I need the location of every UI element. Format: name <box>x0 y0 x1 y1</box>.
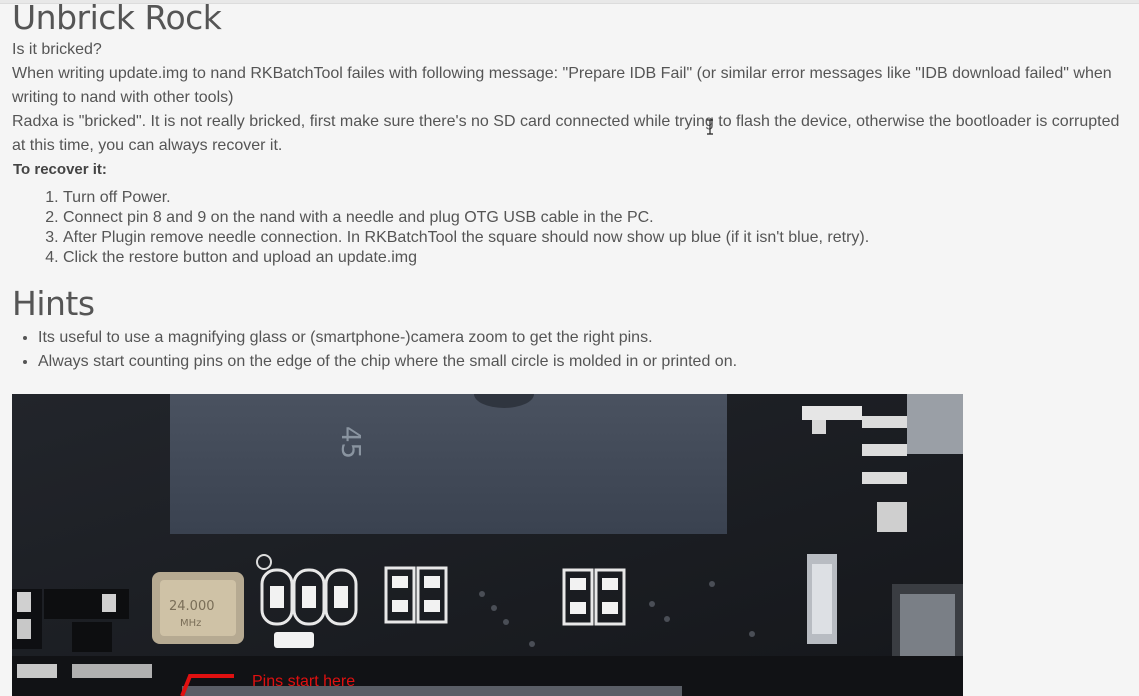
recovery-step: Turn off Power. <box>63 188 1127 208</box>
chip-marking: 45 <box>335 426 365 459</box>
hint-item: Always start counting pins on the edge o… <box>38 350 1127 374</box>
recovery-steps-list: Turn off Power. Connect pin 8 and 9 on t… <box>12 188 1127 268</box>
recover-heading: To recover it: <box>13 161 107 178</box>
recovery-step: Click the restore button and upload an u… <box>63 248 1127 268</box>
annotation-label: Pins start here <box>252 673 355 690</box>
page-title: Unbrick Rock <box>12 0 222 37</box>
recovery-step: Connect pin 8 and 9 on the nand with a n… <box>63 208 1127 228</box>
paragraph-is-bricked: Is it bricked? <box>12 41 102 58</box>
paragraph-error-message: When writing update.img to nand RKBatchT… <box>12 65 1112 106</box>
crystal-label: 24.000 <box>169 599 215 614</box>
hints-title: Hints <box>12 284 95 323</box>
text-cursor-icon <box>707 119 713 135</box>
pcb-photo-drawing: 45 24.000 MHz Pins start here <box>12 394 963 696</box>
pcb-photo: 45 24.000 MHz Pins start here <box>12 394 963 696</box>
paragraph-not-bricked: Radxa is "bricked". It is not really bri… <box>12 113 1120 154</box>
hints-list: Its useful to use a magnifying glass or … <box>12 326 1127 374</box>
recovery-step: After Plugin remove needle connection. I… <box>63 228 1127 248</box>
hint-item: Its useful to use a magnifying glass or … <box>38 326 1127 350</box>
article-content: Unbrick Rock Is it bricked? When writing… <box>12 0 1127 374</box>
nand-chip <box>170 394 727 534</box>
crystal-unit: MHz <box>180 618 201 629</box>
